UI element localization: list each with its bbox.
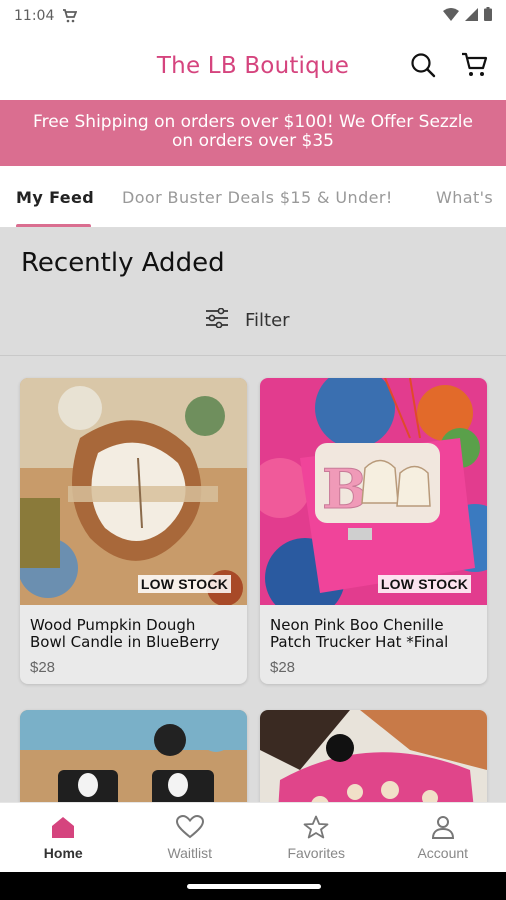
product-image-boo-pillow[interactable] <box>260 710 487 802</box>
category-tabs: My Feed Door Buster Deals $15 & Under! W… <box>0 166 506 228</box>
section-title: Recently Added <box>21 248 225 278</box>
cart-icon[interactable] <box>460 50 490 80</box>
section-header: Recently Added Filter <box>0 228 506 356</box>
nav-account-label: Account <box>417 844 469 861</box>
product-image-pumpkin-candle[interactable]: LOW STOCK <box>20 378 247 605</box>
tab-door-buster-deals[interactable]: Door Buster Deals $15 & Under! <box>122 188 393 207</box>
nav-home-label: Home <box>43 844 83 861</box>
low-stock-badge: LOW STOCK <box>137 575 231 593</box>
tab-whats-new[interactable]: What's <box>436 188 493 207</box>
person-icon <box>431 815 455 842</box>
nav-home[interactable]: Home <box>0 803 127 872</box>
nav-waitlist-label: Waitlist <box>167 844 213 861</box>
search-icon[interactable] <box>408 50 438 80</box>
home-gesture-handle[interactable] <box>187 884 321 889</box>
product-name: Wood Pumpkin Dough Bowl Candle in BlueBe… <box>30 616 220 651</box>
app-title: The LB Boutique <box>156 53 350 79</box>
home-icon <box>50 815 76 842</box>
cell-signal-icon <box>465 7 478 25</box>
heart-icon <box>175 814 204 842</box>
product-name: Neon Pink Boo Chenille Patch Trucker Hat… <box>270 616 449 651</box>
product-price: $28 <box>270 659 296 676</box>
feed-content: Recently Added Filter LOW STOCK Wood Pum… <box>0 228 506 802</box>
wifi-icon <box>443 7 459 25</box>
product-card[interactable]: LOW STOCK Wood Pumpkin Dough Bowl Candle… <box>20 378 247 684</box>
product-card[interactable]: B LOW STOCK Neon Pink Boo Chenille Patch… <box>260 378 487 684</box>
battery-icon <box>484 7 492 25</box>
star-icon <box>303 815 329 842</box>
filter-button[interactable]: Filter <box>205 307 290 333</box>
promo-line-1: Free Shipping on orders over $100! We Of… <box>33 112 473 132</box>
product-price: $28 <box>30 659 56 676</box>
nav-favorites-label: Favorites <box>287 844 346 861</box>
product-image-pink-boo-hat[interactable]: B LOW STOCK <box>260 378 487 605</box>
svg-text:B: B <box>322 457 368 521</box>
low-stock-badge: LOW STOCK <box>377 575 471 593</box>
promo-banner[interactable]: Free Shipping on orders over $100! We Of… <box>0 100 506 166</box>
filter-sliders-icon <box>205 307 229 333</box>
promo-line-2: on orders over $35 <box>172 131 334 151</box>
product-card[interactable] <box>260 710 487 802</box>
product-card[interactable] <box>20 710 247 802</box>
product-image-ghost-tumblers[interactable] <box>20 710 247 802</box>
filter-label: Filter <box>245 310 290 331</box>
status-time: 11:04 <box>14 8 55 24</box>
nav-account[interactable]: Account <box>380 803 506 872</box>
status-bar: 11:04 <box>0 0 506 32</box>
bottom-navigation: Home Waitlist Favorites Account <box>0 802 506 872</box>
shopping-cart-notification-icon <box>62 9 78 23</box>
nav-favorites[interactable]: Favorites <box>253 803 380 872</box>
app-header: The LB Boutique <box>0 32 506 100</box>
system-gesture-bar <box>0 872 506 900</box>
tab-my-feed[interactable]: My Feed <box>16 188 94 207</box>
nav-waitlist[interactable]: Waitlist <box>127 803 254 872</box>
